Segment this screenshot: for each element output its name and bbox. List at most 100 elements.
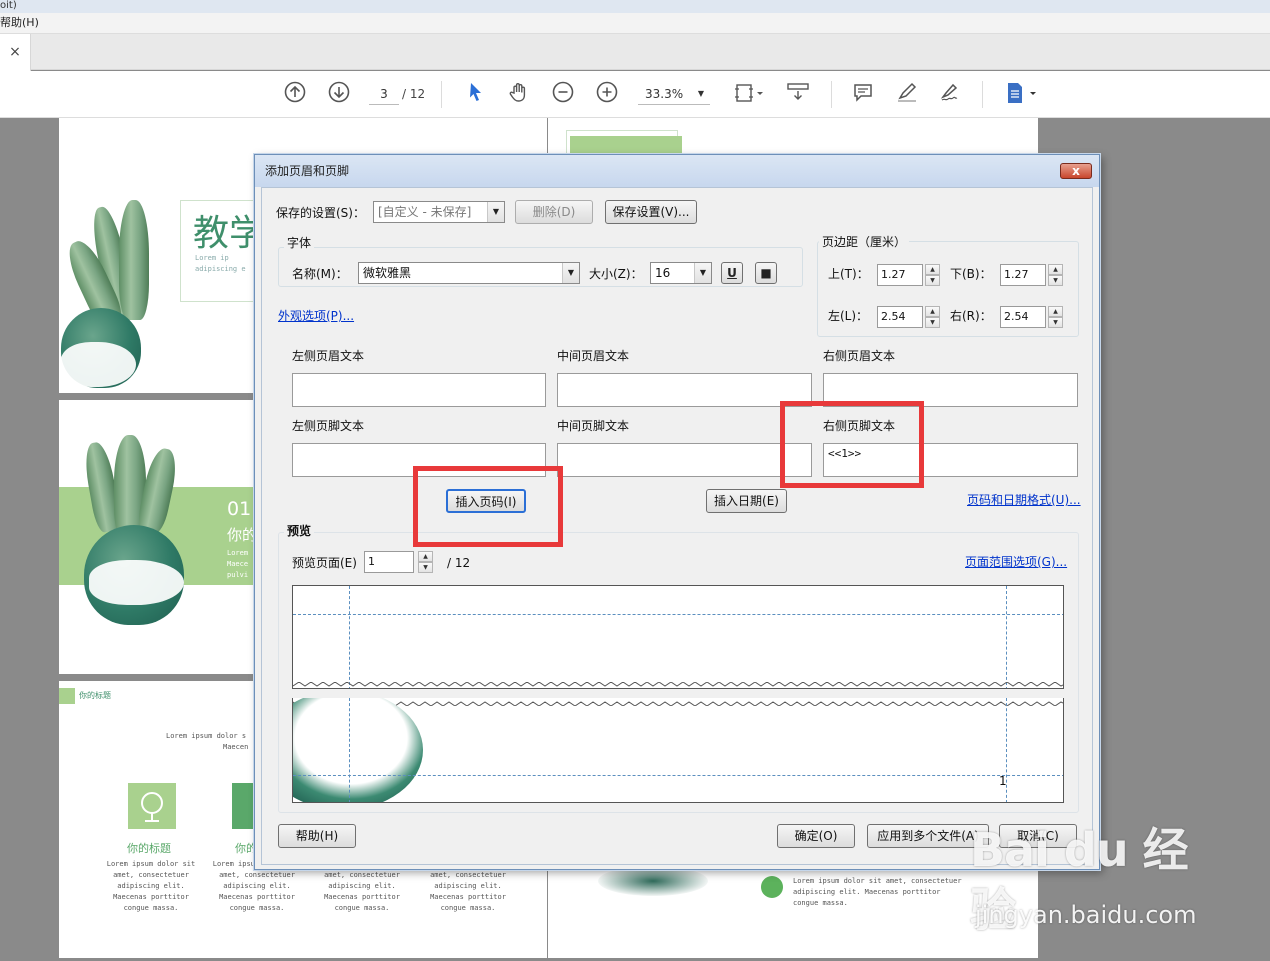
close-button[interactable]: x [1060,163,1092,179]
margin-left-label: 左(L)： [828,309,869,323]
underline-button[interactable]: U [721,262,743,284]
card-text-line: Maecenas porttitor [430,893,506,901]
section-number: 01 [227,498,252,520]
margin-left-stepper[interactable]: ▲ ▼ [925,306,940,328]
right-header-label: 右侧页眉文本 [823,349,896,363]
margin-left-input[interactable]: 2.54 [877,306,923,328]
card-text-line: adipiscing elit. [434,882,502,890]
preview-page-input[interactable]: 1 [364,551,414,573]
chevron-down-icon: ▼ [562,263,579,283]
zoom-level-select[interactable]: 33.3% ▼ [638,83,710,105]
center-header-field[interactable] [557,373,812,407]
appearance-options-link[interactable]: 外观选项(P)... [278,308,354,324]
left-header-field[interactable] [292,373,546,407]
comment-icon[interactable] [850,81,876,107]
font-size-select[interactable]: 16 ▼ [650,262,712,284]
margin-right-label: 右(R)： [950,309,992,323]
preview-page-stepper[interactable]: ▲ ▼ [418,551,433,573]
highlight-insert-page-number [413,466,563,547]
baidu-logo: Bai du 经验 [970,823,1189,937]
stepper-up-icon[interactable]: ▲ [1048,306,1063,317]
card-text: Lorem ipsum dolor sit amet, consectetuer… [101,859,201,914]
page-number-input[interactable]: 3 [369,83,399,105]
zoom-in-icon[interactable] [594,81,620,107]
page-date-format-link[interactable]: 页码和日期格式(U)... [967,492,1081,508]
toolbar-divider [982,81,983,108]
insert-date-button[interactable]: 插入日期(E) [706,489,787,513]
margin-top-input[interactable]: 1.27 [877,264,923,286]
font-name-value: 微软雅黑 [363,266,412,280]
margin-right-stepper[interactable]: ▲ ▼ [1048,306,1063,328]
margin-bottom-stepper[interactable]: ▲ ▼ [1048,264,1063,286]
fit-page-icon[interactable] [730,81,766,107]
hand-tool-icon[interactable] [506,81,532,107]
preview-header-area [292,585,1064,689]
card-text-line: adipiscing elit. [223,882,291,890]
ok-button[interactable]: 确定(O) [777,824,855,848]
card-text: amet, consectetuer adipiscing elit. Maec… [312,870,412,914]
page-range-options-link[interactable]: 页面范围选项(G)... [965,554,1067,570]
globe-icon [128,783,176,829]
center-footer-label: 中间页脚文本 [557,419,630,433]
delete-button[interactable]: 删除(D) [515,200,593,224]
header-footer-dialog: 添加页眉和页脚 x 保存的设置(S)： [自定义 - 未保存] ▼ 删除(D) … [254,154,1100,870]
card-text-line: congue massa. [334,904,390,912]
menu-help[interactable]: 帮助(H) [0,16,39,29]
prev-page-icon[interactable] [282,81,308,107]
left-header-label: 左侧页眉文本 [292,349,365,363]
stepper-down-icon[interactable]: ▼ [1048,317,1063,328]
saved-settings-label: 保存的设置(S)： [276,206,365,220]
zoom-out-icon[interactable] [550,81,576,107]
lorem-line: Maece [227,560,249,568]
center-footer-field[interactable] [557,443,812,477]
window-title-bar: oit) [0,0,1270,13]
card-text-line: adipiscing elit. [117,882,185,890]
card-text-line: Maecenas porttitor [219,893,295,901]
card-text: amet, consectetuer adipiscing elit. Maec… [418,870,518,914]
margin-bottom-input[interactable]: 1.27 [1000,264,1046,286]
torn-edge [293,701,1063,706]
stepper-down-icon[interactable]: ▼ [418,562,433,573]
preview-margin-guide [349,698,350,802]
font-name-label: 名称(M)： [292,267,348,281]
close-icon[interactable]: × [9,44,21,60]
card-text-line: congue massa. [229,904,285,912]
select-cursor-icon[interactable] [462,81,488,107]
highlight-right-footer [780,401,924,488]
stepper-up-icon[interactable]: ▲ [1048,264,1063,275]
preview-margin-guide [1006,586,1007,688]
stepper-up-icon[interactable]: ▲ [925,264,940,275]
save-settings-button[interactable]: 保存设置(V)... [605,200,697,224]
preview-page-label: 预览页面(E) [292,556,357,570]
font-name-select[interactable]: 微软雅黑 ▼ [358,262,580,284]
stepper-up-icon[interactable]: ▲ [925,306,940,317]
card-text-line: congue massa. [123,904,179,912]
stepper-down-icon[interactable]: ▼ [925,317,940,328]
stepper-down-icon[interactable]: ▼ [925,275,940,286]
chevron-down-icon: ▼ [487,202,504,222]
next-page-icon[interactable] [326,81,352,107]
margin-bottom-label: 下(B)： [950,267,992,281]
preview-margin-guide [349,586,350,688]
margin-right-input[interactable]: 2.54 [1000,306,1046,328]
saved-settings-select[interactable]: [自定义 - 未保存] ▼ [373,201,505,223]
export-document-icon[interactable] [1002,81,1040,107]
scroll-mode-icon[interactable] [785,81,811,107]
card-text-line: amet, consectetuer [430,871,506,879]
window-title-fragment: oit) [0,0,17,11]
help-button[interactable]: 帮助(H) [278,824,356,848]
margin-top-stepper[interactable]: ▲ ▼ [925,264,940,286]
font-size-value: 16 [655,266,671,280]
stepper-up-icon[interactable]: ▲ [418,551,433,562]
lorem-line: Lorem ipsum dolor sit amet, consectetuer [793,877,962,885]
toolbar-divider [831,81,832,108]
center-header-label: 中间页眉文本 [557,349,630,363]
signature-icon[interactable] [938,81,964,107]
stepper-down-icon[interactable]: ▼ [1048,275,1063,286]
lorem-line: adipiscing elit. Maecenas porttitor [793,888,941,896]
font-size-label: 大小(Z)： [589,267,643,281]
highlight-pen-icon[interactable] [894,81,920,107]
font-color-button[interactable]: ■ [755,262,777,284]
document-tab[interactable]: × [0,34,31,71]
lightbulb-icon [761,876,783,898]
